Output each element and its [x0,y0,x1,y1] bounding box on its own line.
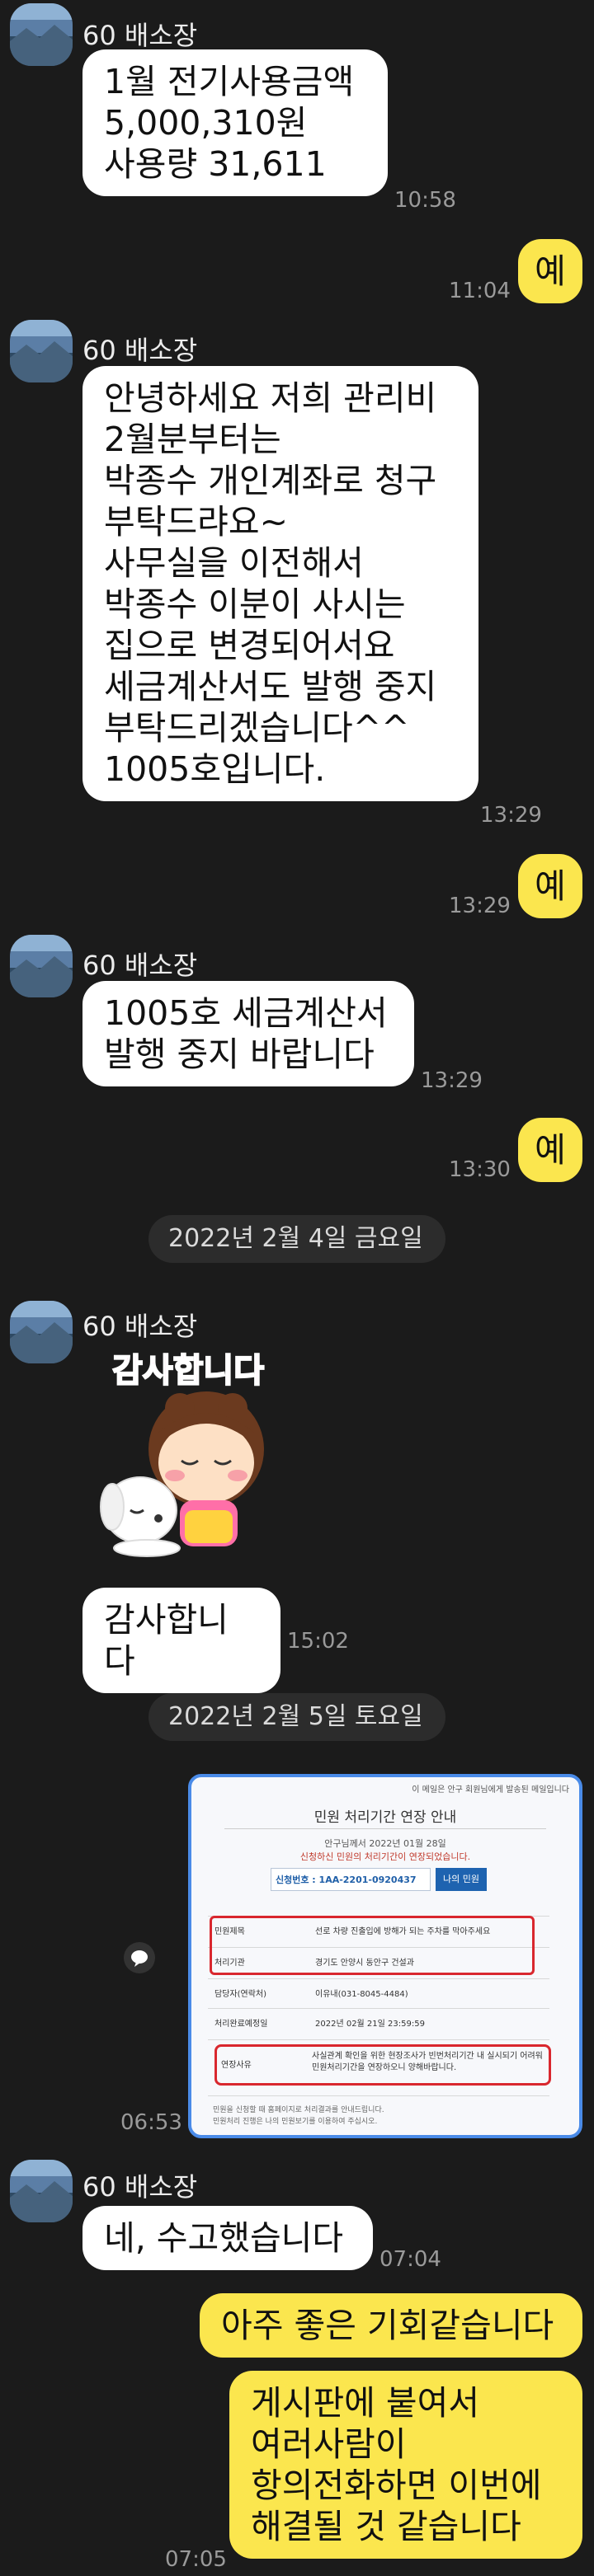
email-line: 신청하신 민원의 처리기간이 연장되었습니다. [299,1851,471,1862]
apply-number: 신청번호 : 1AA-2201-0920437 [276,1875,417,1885]
email-title: 민원 처리기간 연장 안내 [314,1809,457,1826]
avatar[interactable] [10,1301,73,1363]
message-time: 13:29 [421,1068,483,1093]
email-header: 이 메일은 안구 회원님에게 발송된 메일입니다 [412,1785,569,1795]
message-bubble-own[interactable]: 예 [518,1118,582,1182]
message-bubble-own[interactable]: 예 [518,239,582,303]
footer-note: 민원처리 진행은 나의 민원보기를 이용하여 주십시오. [213,2118,378,2126]
message-bubble-own[interactable]: 아주 좋은 기회같습니다 [200,2293,582,2358]
image-message[interactable]: 이 메일은 안구 회원님에게 발송된 메일입니다 민원 처리기간 연장 안내 안… [188,1774,582,2138]
message-time: 10:58 [394,188,456,213]
message-bubble[interactable]: 감사합니다 [82,1588,280,1693]
share-button[interactable] [124,1942,155,1973]
avatar[interactable] [10,2160,73,2222]
message-time: 13:30 [449,1157,511,1182]
message-bubble-own[interactable]: 예 [518,854,582,918]
message-bubble[interactable]: 네, 수고했습니다 [82,2206,373,2270]
sender-name: 60 배소장 [82,20,198,51]
my-complaint-button: 나의 민원 [436,1868,487,1891]
row-label: 담당자(연락처) [214,1990,267,1999]
avatar[interactable] [10,935,73,997]
sender-name: 60 배소장 [82,950,198,981]
message-time: 07:04 [380,2247,441,2272]
footer-note: 민원을 신청할 때 홈페이지로 처리결과를 안내드립니다. [213,2106,384,2114]
avatar[interactable] [10,320,73,382]
speech-bubble-icon [131,1950,148,1967]
message-time: 13:29 [480,803,542,828]
message-time: 07:05 [165,2547,227,2572]
date-divider: 2022년 2월 4일 금요일 [148,1215,446,1263]
girl-and-dog-illustration [100,1391,264,1557]
message-time: 13:29 [449,894,511,918]
date-divider: 2022년 2월 5일 토요일 [148,1693,446,1741]
highlight-box [214,2044,551,2086]
message-bubble[interactable]: 1005호 세금계산서 발행 중지 바랍니다 [82,981,414,1086]
email-line: 안구님께서 2022년 01월 28일 [324,1838,446,1849]
row-value: 이유내(031-8045-4484) [315,1990,408,1999]
message-bubble-own[interactable]: 게시판에 붙여서 여러사람이 항의전화하면 이번에 해결될 것 같습니다 [229,2371,582,2559]
sender-name: 60 배소장 [82,2171,198,2203]
avatar[interactable] [10,3,73,66]
message-bubble[interactable]: 1월 전기사용금액 5,000,310원 사용량 31,611 [82,49,388,196]
sender-name: 60 배소장 [82,1311,198,1342]
sticker-image[interactable]: 감사합니다 [82,1344,330,1558]
message-time: 06:53 [120,2110,182,2135]
sender-name: 60 배소장 [82,335,198,366]
row-value: 2022년 02월 21일 23:59:59 [315,2020,425,2029]
message-time: 15:02 [287,1629,349,1654]
message-time: 11:04 [449,279,511,303]
row-label: 처리완료예정일 [214,2020,268,2029]
highlight-box [210,1916,535,1975]
sticker-caption: 감사합니다 [111,1351,265,1391]
message-bubble[interactable]: 안녕하세요 저희 관리비 2월분부터는 박종수 개인계좌로 청구 부탁드랴요~ … [82,366,478,801]
